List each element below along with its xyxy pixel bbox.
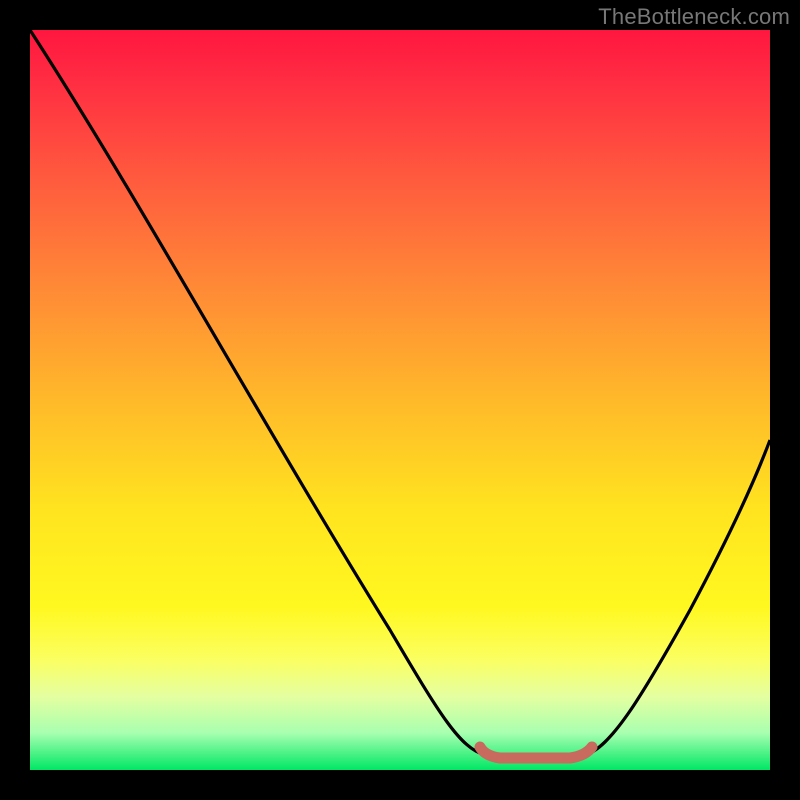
bottleneck-curve: [30, 30, 770, 755]
curve-overlay-svg: [30, 30, 770, 770]
chart-frame: TheBottleneck.com: [0, 0, 800, 800]
plot-area: [30, 30, 770, 770]
optimal-range-highlight: [480, 747, 592, 758]
watermark-text: TheBottleneck.com: [598, 4, 790, 30]
